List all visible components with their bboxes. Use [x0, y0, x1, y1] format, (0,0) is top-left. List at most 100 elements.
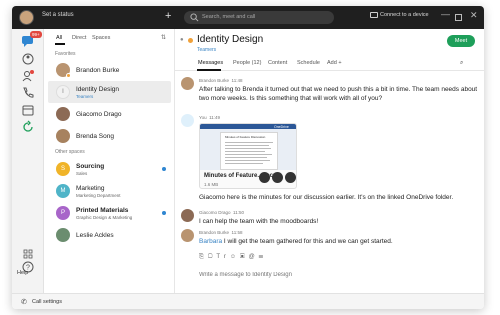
message-text: Giacomo here is the minutes for our disc… [199, 194, 454, 201]
minimize-button[interactable]: — [441, 9, 450, 19]
document-preview: OneDrive Minutes of Feature Discussion [200, 124, 296, 170]
apps-grid-icon[interactable] [21, 247, 35, 261]
tab-direct[interactable]: Direct [72, 35, 86, 41]
file-attachment[interactable]: OneDrive Minutes of Feature Discussion M… [199, 123, 297, 189]
space-list: All Direct Spaces ⇅ Favorites Brandon Bu… [44, 29, 175, 293]
set-status-button[interactable]: Set a status [42, 12, 74, 18]
more-icon[interactable]: ☰ [259, 254, 268, 260]
maximize-button[interactable] [455, 14, 462, 21]
item-name: Sourcing [76, 163, 105, 170]
message-author: Giacomo Drago [199, 210, 231, 215]
gif-icon[interactable]: ▣ [240, 254, 249, 260]
document-heading: Minutes of Feature Discussion [225, 135, 266, 139]
user-avatar[interactable] [19, 10, 34, 25]
left-rail: 99+ ? Help [12, 29, 44, 293]
open-icon[interactable] [272, 172, 283, 183]
search-input[interactable]: Search, meet and call [184, 11, 334, 24]
active-tab-indicator [197, 69, 221, 71]
teams-icon[interactable] [21, 52, 35, 66]
message-author: Brandon Burke [199, 78, 230, 83]
tab-all[interactable]: All [56, 35, 62, 41]
list-item[interactable]: P Printed Materials Graphic Design & Mar… [48, 202, 171, 224]
conversation-pane: ● Identity Design Teamers Meet Messages … [175, 29, 484, 293]
item-name: Leslie Ackles [76, 232, 114, 239]
new-button[interactable]: + [165, 9, 171, 23]
calls-icon[interactable] [21, 86, 35, 100]
message-body: I will get the team gathered for this an… [222, 238, 393, 245]
tab-schedule[interactable]: Schedule [297, 60, 320, 66]
status-dot [66, 73, 71, 78]
connect-device-button[interactable]: Connect to a device [380, 12, 429, 18]
message-author: Brandon Burke [199, 230, 230, 235]
download-icon[interactable] [285, 172, 296, 183]
avatar: P [56, 206, 70, 220]
filter-icon[interactable]: ⇅ [161, 34, 166, 41]
contacts-icon[interactable] [21, 69, 35, 83]
favorite-star-icon[interactable] [188, 38, 193, 43]
help-label: Help [17, 270, 29, 276]
composer-toolbar: ⎘▢Tr☺▣@☰ [199, 254, 267, 261]
avatar [56, 107, 70, 121]
tab-messages[interactable]: Messages [198, 60, 223, 66]
item-team: Marketing Department [76, 193, 121, 198]
space-settings-icon[interactable]: ● [180, 37, 184, 43]
app-window: Set a status + Search, meet and call Con… [12, 6, 484, 309]
message-time: 11:49 [209, 115, 221, 120]
bottom-bar: ✆ Call settings [12, 293, 484, 309]
doc-line [225, 154, 272, 155]
list-item[interactable]: Brandon Burke [48, 59, 171, 81]
mention-icon[interactable]: @ [249, 254, 259, 260]
mention[interactable]: Barbara [199, 238, 222, 245]
doc-line [225, 145, 269, 146]
item-name: Identity Design [76, 86, 119, 93]
meet-button[interactable]: Meet [447, 35, 475, 47]
format-icon[interactable]: Tr [216, 254, 229, 260]
tab-people[interactable]: People (12) [233, 60, 261, 66]
item-name: Brandon Burke [76, 67, 120, 74]
call-settings-icon: ✆ [21, 299, 27, 306]
share-icon[interactable] [259, 172, 270, 183]
doc-line [225, 163, 263, 164]
message-meta: Giacomo Drago 11:50 [199, 210, 244, 215]
title-bar: Set a status + Search, meet and call Con… [12, 6, 484, 29]
message-time: 11:48 [231, 78, 243, 83]
tab-add[interactable]: Add + [327, 60, 342, 66]
document-page: Minutes of Feature Discussion [220, 132, 278, 170]
doc-line [225, 142, 273, 143]
avatar [181, 114, 194, 127]
item-name: Giacomo Drago [76, 111, 122, 118]
unread-badge: 99+ [30, 31, 42, 38]
list-tabs: All Direct Spaces ⇅ [44, 29, 175, 47]
list-item[interactable]: Leslie Ackles [48, 224, 171, 246]
avatar: S [56, 162, 70, 176]
message-text: Barbara I will get the team gathered for… [199, 237, 479, 246]
list-item[interactable]: Brenda Song [48, 125, 171, 147]
avatar: M [56, 184, 70, 198]
item-name: Marketing [76, 185, 105, 192]
close-button[interactable]: ✕ [470, 10, 478, 21]
list-item[interactable]: I Identity Design Teamers [48, 81, 171, 103]
tab-spaces[interactable]: Spaces [92, 35, 110, 41]
tab-content[interactable]: Content [268, 60, 287, 66]
conversation-tabs: Messages People (12) Content Schedule Ad… [175, 57, 484, 71]
list-item[interactable]: Giacomo Drago [48, 103, 171, 125]
team-link[interactable]: Teamers [197, 47, 216, 53]
emoji-icon[interactable]: ☺ [230, 254, 240, 260]
space-search-icon[interactable]: ⌕ [460, 60, 463, 67]
activity-icon[interactable] [21, 120, 35, 134]
avatar: I [56, 85, 70, 99]
call-settings-button[interactable]: Call settings [32, 299, 62, 305]
message-input[interactable] [199, 269, 477, 281]
doc-line [225, 160, 270, 161]
attachment-size: 1.6 MB [204, 182, 219, 187]
message-time: 11:50 [233, 210, 244, 215]
item-team: Teamers [76, 94, 94, 99]
list-item[interactable]: M Marketing Marketing Department [48, 180, 171, 202]
message-text: I can help the team with the moodboards! [199, 218, 319, 225]
onedrive-label: OneDrive [274, 125, 289, 129]
calendar-icon[interactable] [21, 103, 35, 117]
item-team: Sales [76, 171, 88, 176]
list-item[interactable]: S Sourcing Sales [48, 158, 171, 180]
attach-icon[interactable]: ⎘ [199, 254, 208, 260]
message-author: You [199, 115, 207, 120]
